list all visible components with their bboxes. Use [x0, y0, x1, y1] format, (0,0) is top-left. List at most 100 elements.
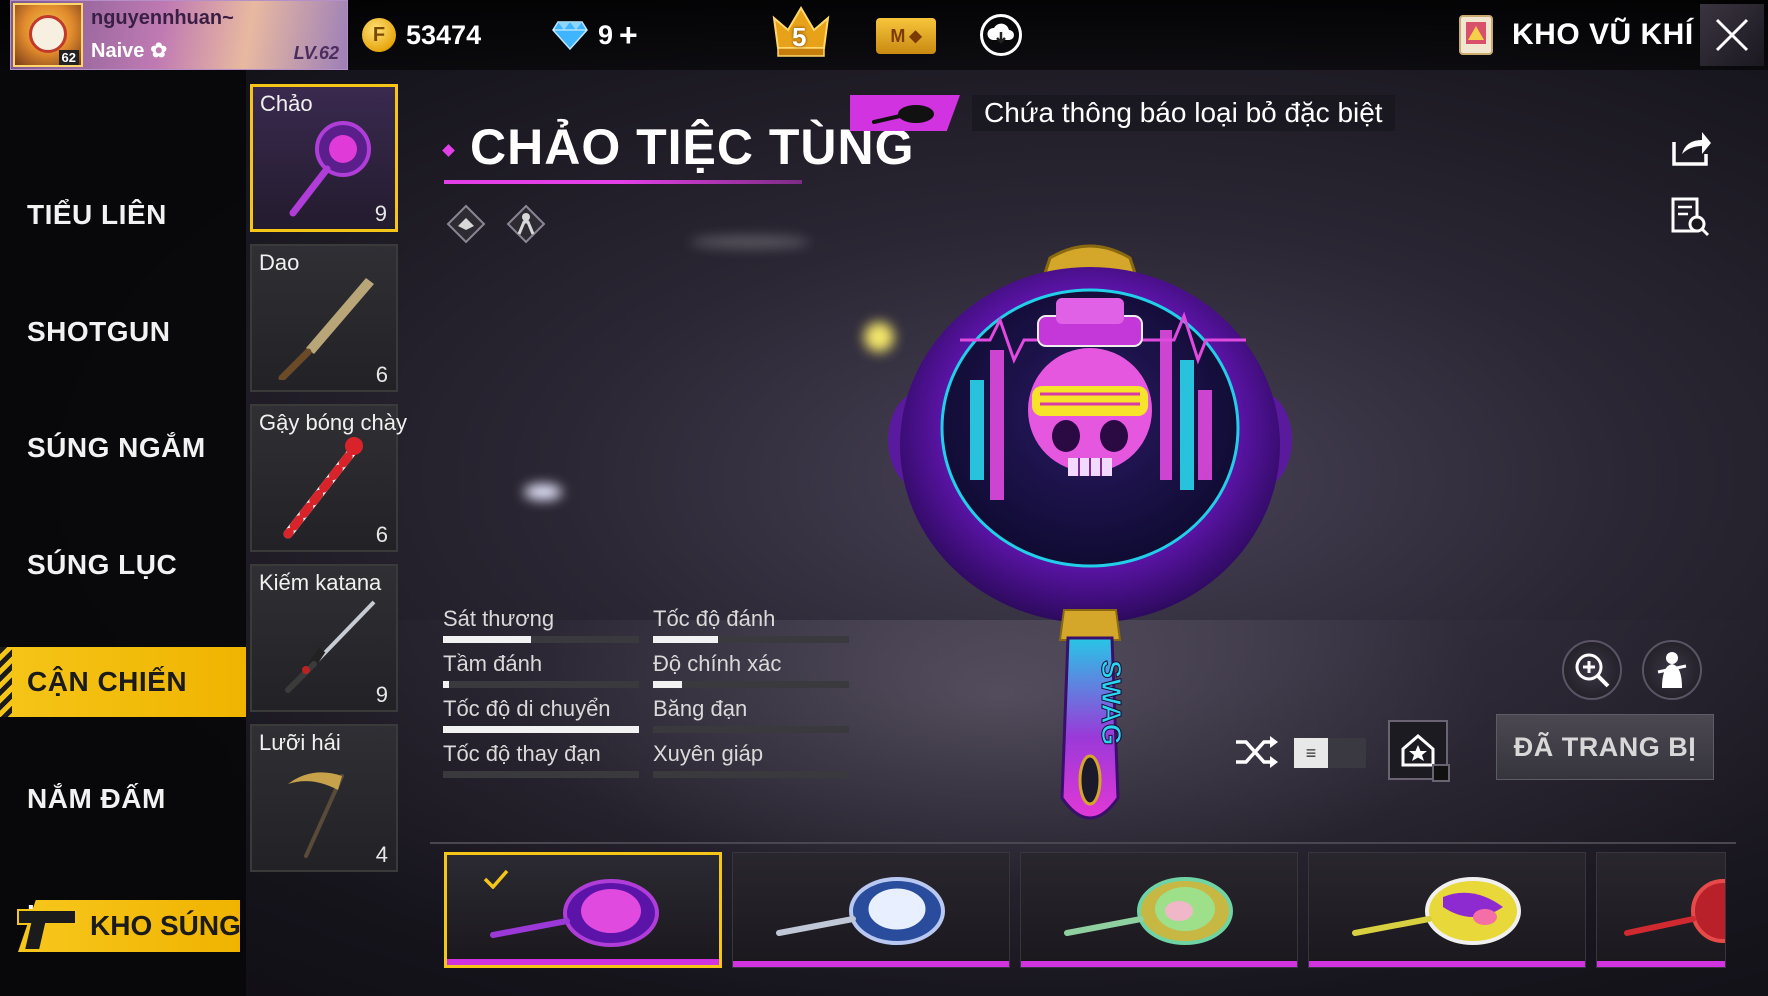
rank-number: 5: [792, 22, 807, 52]
item-card-chao[interactable]: Chảo 9: [250, 84, 398, 232]
stat-label: Xuyên giáp: [653, 741, 764, 766]
cloud-icon: [987, 23, 1014, 44]
category-sung-luc[interactable]: SÚNG LỤC: [0, 530, 246, 600]
stat-bar: [443, 636, 639, 643]
gun-vault-label: KHO SÚNG: [90, 910, 241, 941]
party-pan-skin-icon: [490, 879, 659, 947]
category-shotgun[interactable]: SHOTGUN: [0, 297, 246, 367]
home-button-corner: [1432, 764, 1450, 782]
stat-row: Sát thương: [443, 606, 639, 646]
stat-bar: [653, 636, 849, 643]
m-card-badge[interactable]: M ◆: [876, 18, 936, 54]
stat-row: Xuyên giáp: [653, 741, 849, 781]
gem-icon: ◆: [909, 28, 922, 45]
display-toggle[interactable]: ≡: [1294, 738, 1366, 768]
close-icon: [1715, 18, 1749, 52]
item-count: 4: [375, 842, 388, 867]
flower-icon: ✿: [150, 40, 168, 62]
equipped-check-icon: [483, 869, 509, 889]
item-card-luoi-hai[interactable]: Lưỡi hái 4: [250, 724, 398, 872]
shuffle-icon[interactable]: [1234, 734, 1280, 770]
diamond-amount: 9: [598, 19, 614, 50]
stat-row: Tốc độ đánh: [653, 606, 849, 646]
share-icon[interactable]: [1668, 128, 1712, 168]
rarity-bar: [733, 961, 1009, 967]
item-count: 9: [374, 201, 387, 226]
stat-row: Độ chính xác: [653, 651, 849, 691]
stat-bar: [653, 681, 849, 688]
skin-slot-graffiti[interactable]: [1308, 852, 1586, 968]
weapon-vault-header: KHO VŨ KHÍ: [1456, 10, 1694, 60]
rank-badge[interactable]: 5: [770, 4, 832, 62]
skin-slot-red[interactable]: [1596, 852, 1726, 968]
stat-label: Băng đạn: [653, 696, 748, 721]
house-star-icon: [1401, 734, 1435, 767]
inspect-detail-icon[interactable]: [1670, 196, 1710, 238]
stat-label: Độ chính xác: [653, 651, 782, 676]
stat-bar: [443, 771, 639, 778]
notice-text: Chứa thông báo loại bỏ đặc biệt: [972, 95, 1395, 131]
rarity-bar: [1309, 961, 1585, 967]
home-display-button[interactable]: [1388, 720, 1450, 782]
skin-slot-green[interactable]: [1020, 852, 1298, 968]
m-card-label: M: [890, 25, 906, 46]
item-card-dao[interactable]: Dao 6: [250, 244, 398, 392]
stat-bar-fill: [443, 726, 639, 733]
rarity-bar: [1597, 961, 1725, 967]
add-diamond-button[interactable]: +: [619, 17, 638, 54]
vault-book-icon: [1459, 15, 1493, 55]
character-tag-icon[interactable]: [506, 204, 546, 244]
zoom-in-icon: [1575, 653, 1610, 688]
cloud-download-button[interactable]: [980, 14, 1022, 56]
rarity-bar: [1021, 961, 1297, 967]
toggle-knob: ≡: [1294, 738, 1328, 768]
close-button[interactable]: [1700, 4, 1764, 66]
player-name: nguyennhuan~: [91, 7, 234, 29]
stat-bar-fill: [443, 636, 532, 643]
zoom-button[interactable]: [1562, 640, 1622, 700]
graffiti-pan-skin-icon: [1352, 877, 1521, 945]
stat-label: Tốc độ thay đạn: [443, 741, 601, 766]
character-preview-button[interactable]: [1642, 640, 1702, 700]
stat-label: Tốc độ di chuyển: [443, 696, 611, 721]
gold-currency: F 53474: [362, 14, 481, 56]
title-underline: [444, 180, 802, 184]
rarity-bar: [447, 959, 719, 965]
gold-coin-icon: F: [362, 18, 396, 52]
background-light: [690, 236, 810, 248]
category-sung-ngam[interactable]: SÚNG NGẮM: [0, 413, 246, 483]
item-card-kiem-katana[interactable]: Kiếm katana 9: [250, 564, 398, 712]
pan-badge: [850, 95, 960, 131]
equipped-button[interactable]: ĐÃ TRANG BỊ: [1496, 714, 1714, 780]
emote-tag-icon[interactable]: [446, 204, 486, 244]
stat-label: Sát thương: [443, 606, 555, 631]
background-light: [524, 484, 562, 500]
stat-row: Tốc độ thay đạn: [443, 741, 639, 781]
katana-icon: [285, 600, 376, 693]
skin-strip-divider: [430, 842, 1736, 844]
category-nam-dam[interactable]: NẮM ĐẤM: [0, 764, 246, 834]
skin-slot-party[interactable]: [444, 852, 722, 968]
stat-bar: [443, 681, 639, 688]
stat-row: Tốc độ di chuyển: [443, 696, 639, 736]
item-count: 9: [375, 682, 388, 707]
category-sidebar: TIỂU LIÊN SHOTGUN SÚNG NGẮM SÚNG LỤC CẬN…: [0, 70, 246, 996]
diamond-currency[interactable]: 9 +: [552, 14, 638, 56]
category-can-chien[interactable]: CẬN CHIẾN: [0, 647, 246, 717]
player-card[interactable]: 62 nguyennhuan~ Naive ✿ LV.62: [10, 0, 348, 70]
item-count: 6: [375, 522, 388, 547]
item-title: CHẢO TIỆC TÙNG: [470, 119, 915, 175]
category-tieu-lien[interactable]: TIỂU LIÊN: [0, 180, 246, 250]
gun-vault-button[interactable]: KHO SÚNG: [0, 888, 242, 968]
avatar-face-icon: [29, 15, 67, 53]
character-icon: [1657, 652, 1687, 688]
player-level-tag: LV.62: [293, 43, 339, 63]
stat-label: Tốc độ đánh: [653, 606, 776, 631]
skin-slot-porcelain[interactable]: [732, 852, 1010, 968]
stat-bar: [443, 726, 639, 733]
baseball-bat-icon: [283, 437, 363, 539]
avatar[interactable]: 62: [13, 3, 83, 67]
stat-row: Băng đạn: [653, 696, 849, 736]
stat-bar-fill: [653, 636, 718, 643]
item-card-gay-bong-chay[interactable]: Gậy bóng chày 6: [250, 404, 407, 552]
